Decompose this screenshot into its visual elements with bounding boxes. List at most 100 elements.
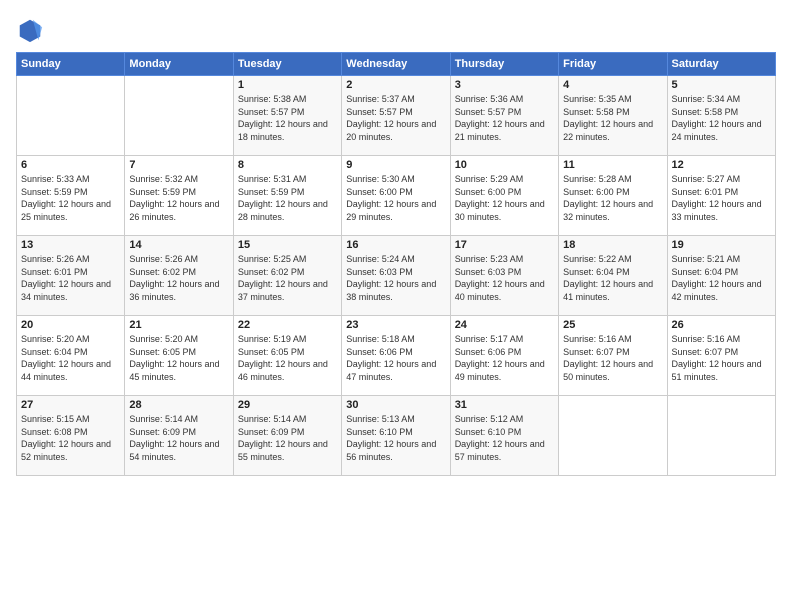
header-row: SundayMondayTuesdayWednesdayThursdayFrid… xyxy=(17,53,776,76)
day-cell: 12 Sunrise: 5:27 AMSunset: 6:01 PMDayligh… xyxy=(667,156,775,236)
day-cell: 17Sunrise: 5:23 AMSunset: 6:03 PMDayligh… xyxy=(450,236,558,316)
day-number: 9 xyxy=(346,159,445,171)
day-number: 30 xyxy=(346,399,445,411)
header-day-friday: Friday xyxy=(559,53,667,76)
day-number: 8 xyxy=(238,159,337,171)
day-number: 27 xyxy=(21,399,120,411)
day-cell: 30 Sunrise: 5:13 AMSunset: 6:10 PMDayligh… xyxy=(342,396,450,476)
day-cell xyxy=(559,396,667,476)
day-number: 23 xyxy=(346,319,445,331)
header-day-tuesday: Tuesday xyxy=(233,53,341,76)
day-info: Sunrise: 5:23 AMSunset: 6:03 PMDaylight:… xyxy=(455,253,554,303)
day-number: 6 xyxy=(21,159,120,171)
day-cell: 19 Sunrise: 5:21 AMSunset: 6:04 PMDayligh… xyxy=(667,236,775,316)
day-info: Sunrise: 5:20 AMSunset: 6:04 PMDaylight:… xyxy=(21,333,120,383)
day-info: Sunrise: 5:14 AMSunset: 6:09 PMDaylight:… xyxy=(238,413,337,463)
day-info: Sunrise: 5:21 AMSunset: 6:04 PMDaylight:… xyxy=(672,253,771,303)
day-info: Sunrise: 5:26 AMSunset: 6:01 PMDaylight:… xyxy=(21,253,120,303)
day-cell: 2 Sunrise: 5:37 AMSunset: 5:57 PMDaylight… xyxy=(342,76,450,156)
day-cell: 15 Sunrise: 5:25 AMSunset: 6:02 PMDayligh… xyxy=(233,236,341,316)
day-number: 15 xyxy=(238,239,337,251)
day-info: Sunrise: 5:29 AMSunset: 6:00 PMDaylight:… xyxy=(455,173,554,223)
day-info: Sunrise: 5:16 AMSunset: 6:07 PMDaylight:… xyxy=(672,333,771,383)
day-cell: 9 Sunrise: 5:30 AMSunset: 6:00 PMDaylight… xyxy=(342,156,450,236)
header-day-wednesday: Wednesday xyxy=(342,53,450,76)
calendar-table: SundayMondayTuesdayWednesdayThursdayFrid… xyxy=(16,52,776,476)
day-cell: 23 Sunrise: 5:18 AMSunset: 6:06 PMDayligh… xyxy=(342,316,450,396)
day-info: Sunrise: 5:13 AMSunset: 6:10 PMDaylight:… xyxy=(346,413,445,463)
header-day-monday: Monday xyxy=(125,53,233,76)
page: SundayMondayTuesdayWednesdayThursdayFrid… xyxy=(0,0,792,486)
logo-icon xyxy=(16,16,44,44)
day-cell: 16 Sunrise: 5:24 AMSunset: 6:03 PMDayligh… xyxy=(342,236,450,316)
day-cell: 5 Sunrise: 5:34 AMSunset: 5:58 PMDaylight… xyxy=(667,76,775,156)
day-cell: 24 Sunrise: 5:17 AMSunset: 6:06 PMDayligh… xyxy=(450,316,558,396)
day-info: Sunrise: 5:14 AMSunset: 6:09 PMDaylight:… xyxy=(129,413,228,463)
day-cell: 27Sunrise: 5:15 AMSunset: 6:08 PMDayligh… xyxy=(17,396,125,476)
day-info: Sunrise: 5:26 AMSunset: 6:02 PMDaylight:… xyxy=(129,253,228,303)
day-cell xyxy=(17,76,125,156)
day-info: Sunrise: 5:22 AMSunset: 6:04 PMDaylight:… xyxy=(563,253,662,303)
day-info: Sunrise: 5:17 AMSunset: 6:06 PMDaylight:… xyxy=(455,333,554,383)
day-number: 18 xyxy=(563,239,662,251)
day-number: 21 xyxy=(129,319,228,331)
day-info: Sunrise: 5:37 AMSunset: 5:57 PMDaylight:… xyxy=(346,93,445,143)
day-cell: 18 Sunrise: 5:22 AMSunset: 6:04 PMDayligh… xyxy=(559,236,667,316)
day-cell: 22 Sunrise: 5:19 AMSunset: 6:05 PMDayligh… xyxy=(233,316,341,396)
day-info: Sunrise: 5:38 AMSunset: 5:57 PMDaylight:… xyxy=(238,93,337,143)
header xyxy=(16,16,776,44)
day-number: 3 xyxy=(455,79,554,91)
day-cell: 1 Sunrise: 5:38 AMSunset: 5:57 PMDaylight… xyxy=(233,76,341,156)
day-number: 11 xyxy=(563,159,662,171)
day-number: 19 xyxy=(672,239,771,251)
day-cell: 13Sunrise: 5:26 AMSunset: 6:01 PMDayligh… xyxy=(17,236,125,316)
day-cell: 8 Sunrise: 5:31 AMSunset: 5:59 PMDaylight… xyxy=(233,156,341,236)
header-day-thursday: Thursday xyxy=(450,53,558,76)
day-info: Sunrise: 5:19 AMSunset: 6:05 PMDaylight:… xyxy=(238,333,337,383)
day-info: Sunrise: 5:32 AMSunset: 5:59 PMDaylight:… xyxy=(129,173,228,223)
day-cell: 20 Sunrise: 5:20 AMSunset: 6:04 PMDayligh… xyxy=(17,316,125,396)
day-cell: 26 Sunrise: 5:16 AMSunset: 6:07 PMDayligh… xyxy=(667,316,775,396)
header-day-saturday: Saturday xyxy=(667,53,775,76)
day-info: Sunrise: 5:16 AMSunset: 6:07 PMDaylight:… xyxy=(563,333,662,383)
day-number: 4 xyxy=(563,79,662,91)
day-info: Sunrise: 5:24 AMSunset: 6:03 PMDaylight:… xyxy=(346,253,445,303)
day-number: 26 xyxy=(672,319,771,331)
day-info: Sunrise: 5:18 AMSunset: 6:06 PMDaylight:… xyxy=(346,333,445,383)
week-row-5: 27Sunrise: 5:15 AMSunset: 6:08 PMDayligh… xyxy=(17,396,776,476)
day-number: 16 xyxy=(346,239,445,251)
day-number: 7 xyxy=(129,159,228,171)
day-number: 12 xyxy=(672,159,771,171)
day-info: Sunrise: 5:31 AMSunset: 5:59 PMDaylight:… xyxy=(238,173,337,223)
day-number: 20 xyxy=(21,319,120,331)
day-info: Sunrise: 5:30 AMSunset: 6:00 PMDaylight:… xyxy=(346,173,445,223)
day-number: 1 xyxy=(238,79,337,91)
day-cell: 25Sunrise: 5:16 AMSunset: 6:07 PMDayligh… xyxy=(559,316,667,396)
day-cell: 28 Sunrise: 5:14 AMSunset: 6:09 PMDayligh… xyxy=(125,396,233,476)
day-cell: 4 Sunrise: 5:35 AMSunset: 5:58 PMDaylight… xyxy=(559,76,667,156)
header-day-sunday: Sunday xyxy=(17,53,125,76)
day-number: 28 xyxy=(129,399,228,411)
day-cell: 31Sunrise: 5:12 AMSunset: 6:10 PMDayligh… xyxy=(450,396,558,476)
day-info: Sunrise: 5:35 AMSunset: 5:58 PMDaylight:… xyxy=(563,93,662,143)
day-info: Sunrise: 5:34 AMSunset: 5:58 PMDaylight:… xyxy=(672,93,771,143)
day-cell: 11 Sunrise: 5:28 AMSunset: 6:00 PMDayligh… xyxy=(559,156,667,236)
week-row-1: 1 Sunrise: 5:38 AMSunset: 5:57 PMDaylight… xyxy=(17,76,776,156)
day-info: Sunrise: 5:12 AMSunset: 6:10 PMDaylight:… xyxy=(455,413,554,463)
day-info: Sunrise: 5:36 AMSunset: 5:57 PMDaylight:… xyxy=(455,93,554,143)
day-info: Sunrise: 5:27 AMSunset: 6:01 PMDaylight:… xyxy=(672,173,771,223)
day-info: Sunrise: 5:20 AMSunset: 6:05 PMDaylight:… xyxy=(129,333,228,383)
day-number: 22 xyxy=(238,319,337,331)
day-info: Sunrise: 5:33 AMSunset: 5:59 PMDaylight:… xyxy=(21,173,120,223)
day-cell xyxy=(667,396,775,476)
day-number: 2 xyxy=(346,79,445,91)
day-cell: 29Sunrise: 5:14 AMSunset: 6:09 PMDayligh… xyxy=(233,396,341,476)
day-number: 5 xyxy=(672,79,771,91)
day-number: 24 xyxy=(455,319,554,331)
day-info: Sunrise: 5:25 AMSunset: 6:02 PMDaylight:… xyxy=(238,253,337,303)
day-cell: 7 Sunrise: 5:32 AMSunset: 5:59 PMDaylight… xyxy=(125,156,233,236)
day-number: 10 xyxy=(455,159,554,171)
day-info: Sunrise: 5:28 AMSunset: 6:00 PMDaylight:… xyxy=(563,173,662,223)
day-cell: 3 Sunrise: 5:36 AMSunset: 5:57 PMDaylight… xyxy=(450,76,558,156)
logo xyxy=(16,16,48,44)
